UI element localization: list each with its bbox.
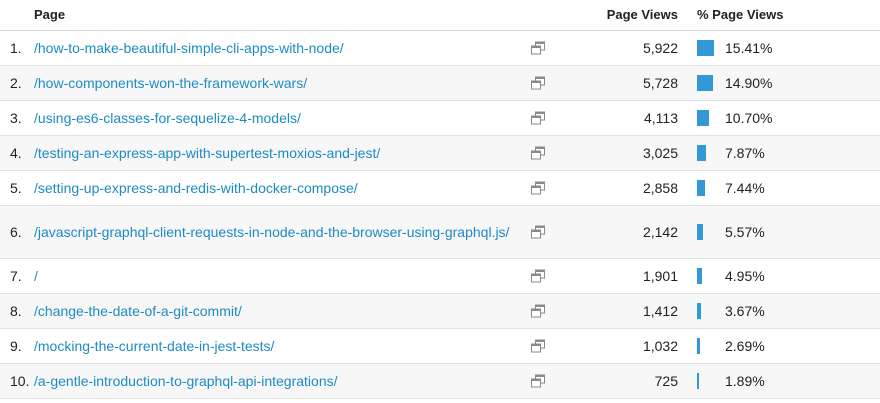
open-in-new-window-icon[interactable] (531, 181, 545, 195)
page-views-value: 1,412 (642, 303, 678, 319)
pct-bar (697, 338, 700, 354)
pct-bar (697, 110, 709, 126)
page-link[interactable]: /how-components-won-the-framework-wars/ (34, 74, 530, 92)
row-rank: 7. (10, 268, 22, 284)
page-views-value: 1,901 (642, 268, 678, 284)
page-link[interactable]: /how-to-make-beautiful-simple-cli-apps-w… (34, 39, 530, 57)
open-in-new-window-icon[interactable] (531, 304, 545, 318)
page-link[interactable]: / (34, 267, 530, 285)
table-header: Page Page Views % Page Views (0, 0, 880, 31)
page-views-value: 725 (654, 373, 678, 389)
pct-bar (697, 75, 713, 91)
open-in-new-window-icon[interactable] (531, 76, 545, 90)
pct-bar (697, 303, 701, 319)
table-row: 1. /how-to-make-beautiful-simple-cli-app… (0, 31, 880, 66)
page-views-value: 2,858 (642, 180, 678, 196)
page-link[interactable]: /a-gentle-introduction-to-graphql-api-in… (34, 372, 530, 390)
row-rank: 1. (10, 40, 22, 56)
pct-bar (697, 145, 706, 161)
pct-value: 3.67% (725, 303, 765, 319)
open-in-new-window-icon[interactable] (531, 339, 545, 353)
open-in-new-window-icon[interactable] (531, 111, 545, 125)
page-link[interactable]: /setting-up-express-and-redis-with-docke… (34, 179, 530, 197)
pct-bar (697, 224, 703, 240)
row-rank: 10. (10, 373, 30, 389)
pct-bar (697, 180, 705, 196)
page-link[interactable]: /change-the-date-of-a-git-commit/ (34, 302, 530, 320)
open-in-new-window-icon[interactable] (531, 146, 545, 160)
pct-value: 2.69% (725, 338, 765, 354)
page-views-value: 4,113 (644, 110, 678, 126)
table-row: 10. /a-gentle-introduction-to-graphql-ap… (0, 364, 880, 399)
pct-bar (697, 373, 699, 389)
page-link[interactable]: /using-es6-classes-for-sequelize-4-model… (34, 109, 530, 127)
column-header-pct-page-views[interactable]: % Page Views (697, 7, 783, 22)
pct-value: 15.41% (725, 40, 773, 56)
top-pages-report: Page Page Views % Page Views 1. /how-to-… (0, 0, 880, 403)
table-row: 9. /mocking-the-current-date-in-jest-tes… (0, 329, 880, 364)
table-row: 2. /how-components-won-the-framework-war… (0, 66, 880, 101)
open-in-new-window-icon[interactable] (531, 269, 545, 283)
page-views-value: 5,922 (642, 40, 678, 56)
page-link[interactable]: /testing-an-express-app-with-supertest-m… (34, 144, 530, 162)
table-row: 8. /change-the-date-of-a-git-commit/ 1,4… (0, 294, 880, 329)
row-rank: 3. (10, 110, 22, 126)
page-link[interactable]: /mocking-the-current-date-in-jest-tests/ (34, 337, 530, 355)
pct-value: 10.70% (725, 110, 773, 126)
table-row: 6. /javascript-graphql-client-requests-i… (0, 206, 880, 259)
open-in-new-window-icon[interactable] (531, 374, 545, 388)
table-row: 7. / 1,901 4.95% (0, 259, 880, 294)
table-row: 4. /testing-an-express-app-with-supertes… (0, 136, 880, 171)
page-views-value: 1,032 (642, 338, 678, 354)
table-row: 3. /using-es6-classes-for-sequelize-4-mo… (0, 101, 880, 136)
pct-value: 14.90% (725, 75, 773, 91)
page-views-value: 5,728 (642, 75, 678, 91)
row-rank: 2. (10, 75, 22, 91)
row-rank: 4. (10, 145, 22, 161)
page-link[interactable]: /javascript-graphql-client-requests-in-n… (34, 223, 530, 241)
row-rank: 9. (10, 338, 22, 354)
pct-bar (697, 268, 702, 284)
page-views-value: 3,025 (642, 145, 678, 161)
pct-value: 1.89% (725, 373, 765, 389)
pct-value: 7.44% (725, 180, 765, 196)
pct-bar (697, 40, 714, 56)
column-header-page-views[interactable]: Page Views (607, 7, 678, 22)
table-row: 5. /setting-up-express-and-redis-with-do… (0, 171, 880, 206)
open-in-new-window-icon[interactable] (531, 41, 545, 55)
row-rank: 5. (10, 180, 22, 196)
pct-value: 7.87% (725, 145, 765, 161)
pct-value: 4.95% (725, 268, 765, 284)
column-header-page[interactable]: Page (34, 7, 65, 22)
open-in-new-window-icon[interactable] (531, 225, 545, 239)
page-views-value: 2,142 (642, 224, 678, 240)
row-rank: 6. (10, 224, 22, 240)
pct-value: 5.57% (725, 224, 765, 240)
table-body: 1. /how-to-make-beautiful-simple-cli-app… (0, 31, 880, 399)
row-rank: 8. (10, 303, 22, 319)
